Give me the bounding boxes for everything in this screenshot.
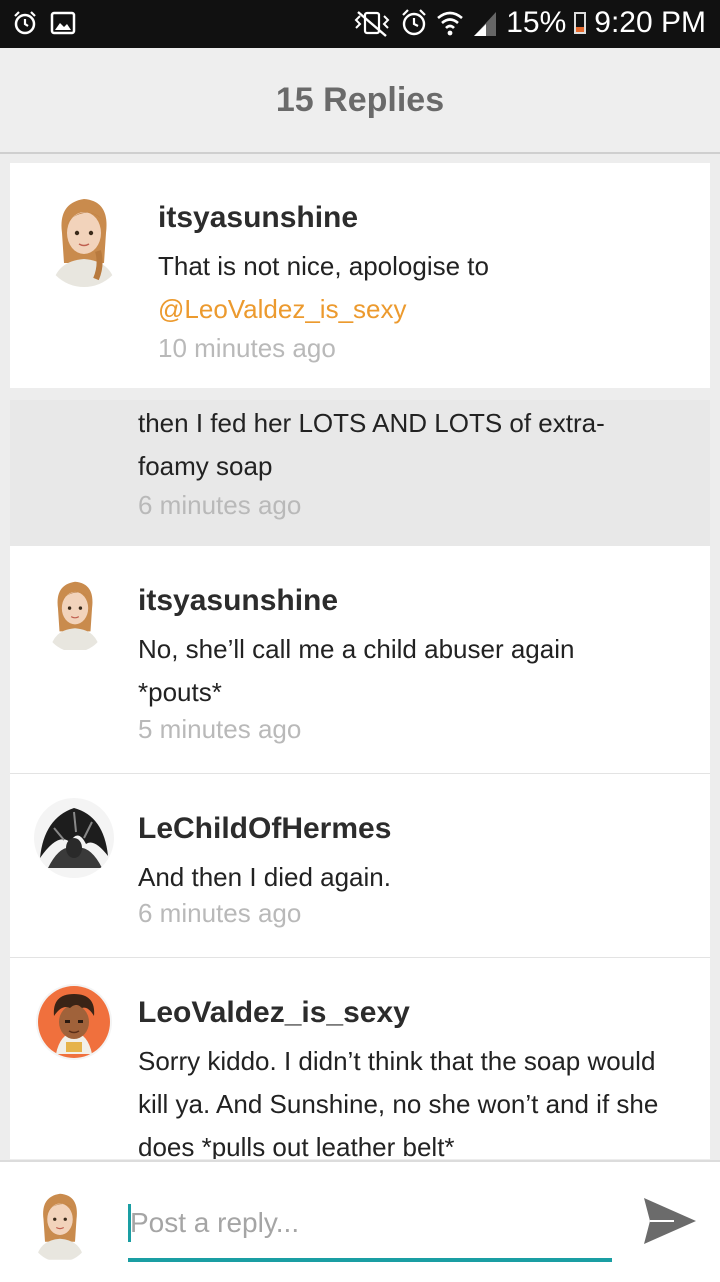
input-underline <box>128 1258 612 1262</box>
reply-text: And then I died again. <box>138 862 391 892</box>
avatar[interactable] <box>34 798 114 878</box>
reply-text-body: That is not nice, apologise to <box>158 251 489 281</box>
send-icon[interactable] <box>640 1192 698 1250</box>
reply-text: then I fed her LOTS AND LOTS of extra-fo… <box>138 408 605 481</box>
page-title: 15 Replies <box>275 80 445 119</box>
username[interactable]: itsyasunshine <box>138 584 338 618</box>
reply-input[interactable] <box>128 1202 614 1244</box>
username[interactable]: LeChildOfHermes <box>138 812 391 846</box>
alarm-icon <box>14 11 36 35</box>
avatar[interactable] <box>44 572 106 652</box>
clock: 9:20 PM <box>594 6 706 39</box>
avatar[interactable] <box>36 984 112 1060</box>
reply-text: No, she’ll call me a child abuser again … <box>138 634 575 707</box>
status-bar: 15% 9:20 PM <box>0 0 720 48</box>
battery-icon <box>574 12 587 34</box>
vibrate-icon <box>354 11 390 37</box>
reply-text: Sorry kiddo. I didn’t think that the soa… <box>138 1046 659 1159</box>
list-item: itsyasunshine No, she’ll call me a child… <box>10 546 710 774</box>
app-header: 15 Replies <box>0 48 720 154</box>
reply-list[interactable]: itsyasunshine That is not nice, apologis… <box>10 163 710 1159</box>
timestamp: 5 minutes ago <box>138 714 302 744</box>
timestamp: 10 minutes ago <box>158 333 336 363</box>
reply-composer <box>0 1160 720 1282</box>
text-cursor <box>128 1204 131 1242</box>
avatar[interactable] <box>44 189 124 287</box>
alarm-icon <box>402 9 426 36</box>
list-item: itsyasunshine That is not nice, apologis… <box>10 163 710 388</box>
battery-percent: 15% <box>506 6 567 39</box>
username[interactable]: itsyasunshine <box>158 201 358 235</box>
current-user-avatar <box>30 1184 90 1262</box>
list-item: LeoValdez_is_sexy Sorry kiddo. I didn’t … <box>10 958 710 1159</box>
image-icon <box>50 11 76 35</box>
timestamp: 6 minutes ago <box>138 490 302 520</box>
mention-link[interactable]: @LeoValdez_is_sexy <box>158 294 407 324</box>
username[interactable]: LeoValdez_is_sexy <box>138 996 410 1030</box>
list-item: LeChildOfHermes And then I died again. 6… <box>10 774 710 958</box>
reply-text: That is not nice, apologise to @LeoValde… <box>158 245 678 331</box>
signal-icon <box>474 12 497 36</box>
timestamp: 6 minutes ago <box>138 898 302 928</box>
wifi-icon <box>437 11 464 36</box>
list-item: then I fed her LOTS AND LOTS of extra-fo… <box>10 400 710 546</box>
